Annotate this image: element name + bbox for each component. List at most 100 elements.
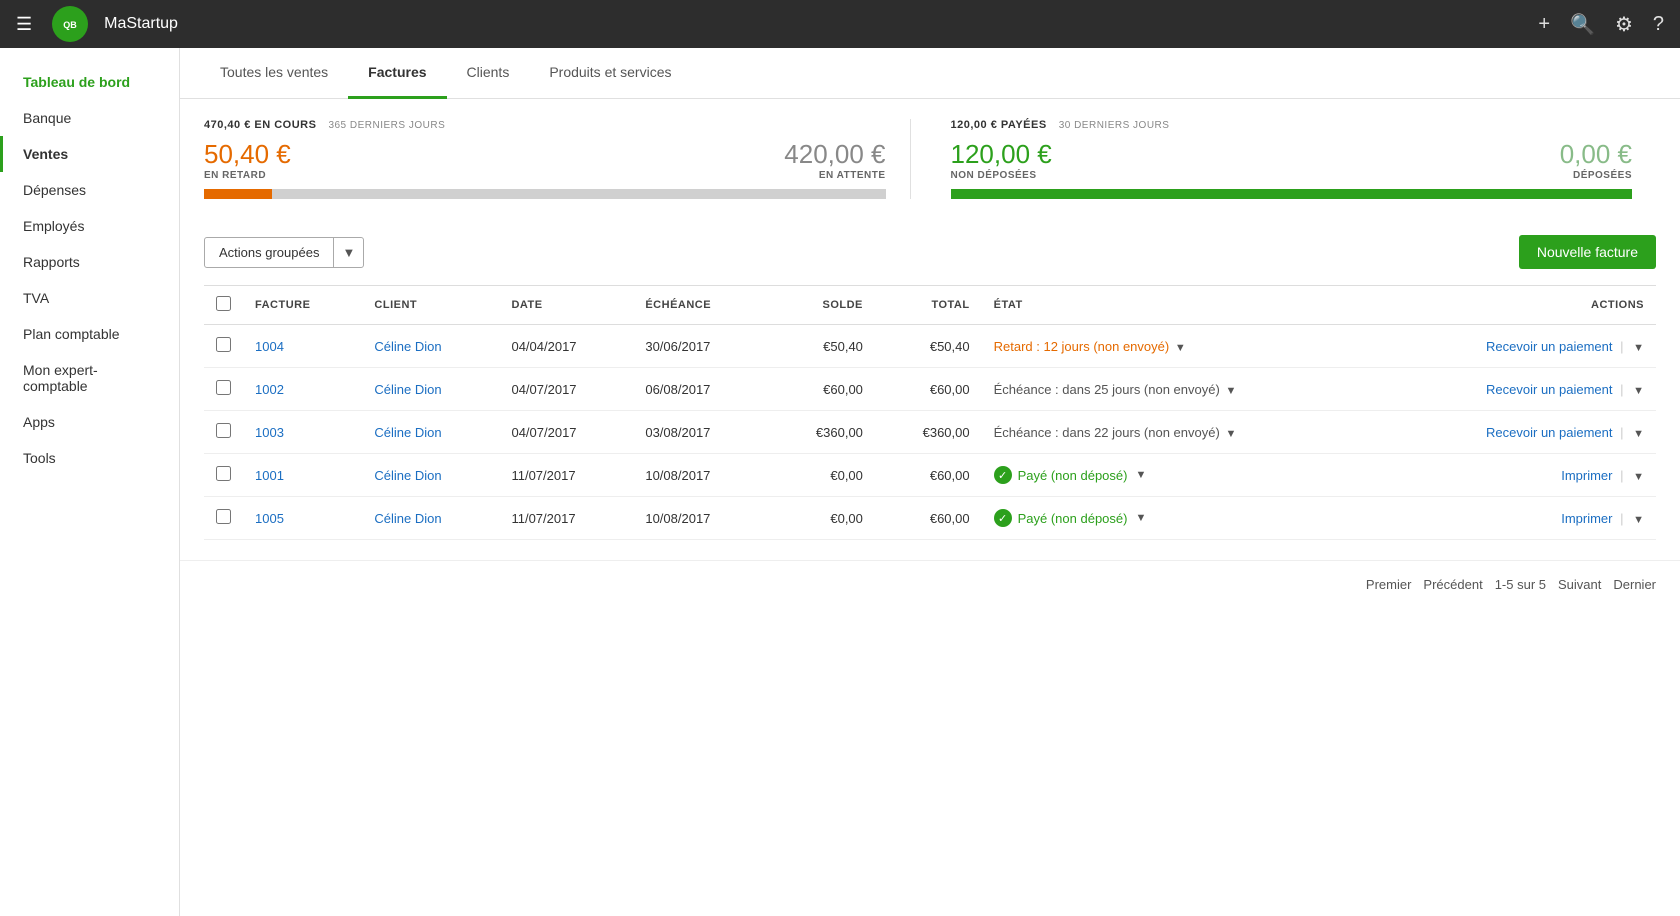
row-status[interactable]: Échéance : dans 25 jours (non envoyé) ▼: [982, 368, 1383, 411]
tab-clients[interactable]: Clients: [447, 48, 530, 99]
row-client[interactable]: Céline Dion: [362, 497, 499, 540]
status-dropdown-icon[interactable]: ▼: [1225, 385, 1236, 397]
sidebar-item-ventes[interactable]: Ventes: [0, 136, 179, 172]
table-header-row: FACTURE CLIENT DATE ÉCHÉANCE SOLDE TOTAL…: [204, 286, 1656, 325]
row-action-dropdown-icon[interactable]: ▼: [1633, 471, 1644, 483]
summary-encours-total: 470,40 € EN COURS: [204, 119, 316, 131]
sidebar-item-rapports[interactable]: Rapports: [0, 244, 179, 280]
th-actions: ACTIONS: [1382, 286, 1656, 325]
summary-encours-period: 365 DERNIERS JOURS: [328, 120, 445, 131]
plus-icon[interactable]: +: [1538, 13, 1550, 36]
row-checkbox-cell: [204, 368, 243, 411]
row-action-primary[interactable]: Recevoir un paiement: [1486, 382, 1612, 397]
summary-payees-header: 120,00 € PAYÉES 30 DERNIERS JOURS: [951, 119, 1633, 131]
action-divider: |: [1617, 382, 1628, 397]
th-client: CLIENT: [362, 286, 499, 325]
invoices-table: FACTURE CLIENT DATE ÉCHÉANCE SOLDE TOTAL…: [204, 285, 1656, 540]
status-dropdown-icon[interactable]: ▼: [1225, 428, 1236, 440]
row-actions-cell: Imprimer | ▼: [1382, 454, 1656, 497]
summary-encours-late-label: EN RETARD: [204, 170, 291, 181]
invoice-tbody: 1004Céline Dion04/04/201730/06/2017€50,4…: [204, 325, 1656, 540]
tab-toutes-les-ventes[interactable]: Toutes les ventes: [200, 48, 348, 99]
pagination-first[interactable]: Premier: [1366, 577, 1412, 592]
status-dropdown-icon[interactable]: ▼: [1135, 469, 1146, 481]
row-total: €60,00: [875, 454, 982, 497]
row-facture-id[interactable]: 1001: [243, 454, 362, 497]
row-status[interactable]: ✓ Payé (non déposé) ▼: [982, 454, 1383, 497]
sidebar-item-mon-expert-comptable[interactable]: Mon expert-comptable: [0, 352, 179, 404]
select-all-checkbox[interactable]: [216, 296, 231, 311]
row-total: €60,00: [875, 497, 982, 540]
pagination-last[interactable]: Dernier: [1613, 577, 1656, 592]
sidebar-item-tools[interactable]: Tools: [0, 440, 179, 476]
summary-payees-total: 120,00 € PAYÉES: [951, 119, 1047, 131]
sidebar-item-tva[interactable]: TVA: [0, 280, 179, 316]
nouvelle-facture-button[interactable]: Nouvelle facture: [1519, 235, 1656, 269]
row-action-dropdown-icon[interactable]: ▼: [1633, 385, 1644, 397]
tab-factures[interactable]: Factures: [348, 48, 446, 99]
row-client[interactable]: Céline Dion: [362, 411, 499, 454]
tab-produits-et-services[interactable]: Produits et services: [529, 48, 691, 99]
sidebar-item-plan-comptable[interactable]: Plan comptable: [0, 316, 179, 352]
actions-groupees-label: Actions groupées: [205, 238, 333, 267]
action-divider: |: [1617, 425, 1628, 440]
sidebar-item-depenses[interactable]: Dépenses: [0, 172, 179, 208]
row-date: 04/07/2017: [499, 411, 633, 454]
row-client[interactable]: Céline Dion: [362, 325, 499, 368]
top-nav: ☰ QB MaStartup + 🔍 ⚙ ?: [0, 0, 1680, 48]
actions-groupees-button[interactable]: Actions groupées ▼: [204, 237, 364, 268]
row-echeance: 06/08/2017: [633, 368, 768, 411]
row-checkbox[interactable]: [216, 337, 231, 352]
row-action-primary[interactable]: Imprimer: [1561, 511, 1612, 526]
pagination-info: 1-5 sur 5: [1495, 577, 1546, 592]
status-dropdown-icon[interactable]: ▼: [1135, 512, 1146, 524]
sidebar-item-employes[interactable]: Employés: [0, 208, 179, 244]
pagination-next[interactable]: Suivant: [1558, 577, 1601, 592]
row-echeance: 10/08/2017: [633, 454, 768, 497]
status-paid: ✓ Payé (non déposé) ▼: [994, 466, 1371, 484]
row-checkbox[interactable]: [216, 509, 231, 524]
check-circle-icon: ✓: [994, 466, 1012, 484]
row-solde: €60,00: [768, 368, 875, 411]
hamburger-icon[interactable]: ☰: [16, 14, 32, 35]
help-icon[interactable]: ?: [1653, 13, 1664, 36]
search-icon[interactable]: 🔍: [1570, 12, 1595, 37]
row-status[interactable]: ✓Payé (non déposé) ▼: [982, 497, 1383, 540]
row-action-primary[interactable]: Recevoir un paiement: [1486, 339, 1612, 354]
th-total: TOTAL: [875, 286, 982, 325]
row-facture-id[interactable]: 1003: [243, 411, 362, 454]
sidebar-item-apps[interactable]: Apps: [0, 404, 179, 440]
row-facture-id[interactable]: 1005: [243, 497, 362, 540]
row-facture-id[interactable]: 1004: [243, 325, 362, 368]
row-checkbox[interactable]: [216, 466, 231, 481]
row-action-primary[interactable]: Recevoir un paiement: [1486, 425, 1612, 440]
table-row: 1005Céline Dion11/07/201710/08/2017€0,00…: [204, 497, 1656, 540]
sidebar: Tableau de bord Banque Ventes Dépenses E…: [0, 48, 180, 916]
row-client[interactable]: Céline Dion: [362, 454, 499, 497]
pagination-prev[interactable]: Précédent: [1423, 577, 1482, 592]
row-facture-id[interactable]: 1002: [243, 368, 362, 411]
row-date: 04/07/2017: [499, 368, 633, 411]
pagination: Premier Précédent 1-5 sur 5 Suivant Dern…: [180, 560, 1680, 608]
qb-logo-icon: QB: [52, 6, 88, 42]
status-dropdown-icon[interactable]: ▼: [1175, 342, 1186, 354]
status-text: Payé (non déposé): [1018, 468, 1128, 483]
summary-encours-late: 50,40 € EN RETARD: [204, 139, 291, 181]
action-divider: |: [1617, 511, 1628, 526]
row-total: €60,00: [875, 368, 982, 411]
row-status[interactable]: Échéance : dans 22 jours (non envoyé) ▼: [982, 411, 1383, 454]
row-checkbox[interactable]: [216, 423, 231, 438]
settings-icon[interactable]: ⚙: [1615, 12, 1633, 37]
row-action-primary[interactable]: Imprimer: [1561, 468, 1612, 483]
actions-groupees-dropdown-icon[interactable]: ▼: [333, 238, 363, 267]
sidebar-item-banque[interactable]: Banque: [0, 100, 179, 136]
row-total: €360,00: [875, 411, 982, 454]
row-status[interactable]: Retard : 12 jours (non envoyé) ▼: [982, 325, 1383, 368]
row-action-dropdown-icon[interactable]: ▼: [1633, 514, 1644, 526]
row-checkbox[interactable]: [216, 380, 231, 395]
row-action-dropdown-icon[interactable]: ▼: [1633, 428, 1644, 440]
sidebar-item-tableau-de-bord[interactable]: Tableau de bord: [0, 64, 179, 100]
row-action-dropdown-icon[interactable]: ▼: [1633, 342, 1644, 354]
row-client[interactable]: Céline Dion: [362, 368, 499, 411]
svg-text:QB: QB: [63, 20, 77, 30]
